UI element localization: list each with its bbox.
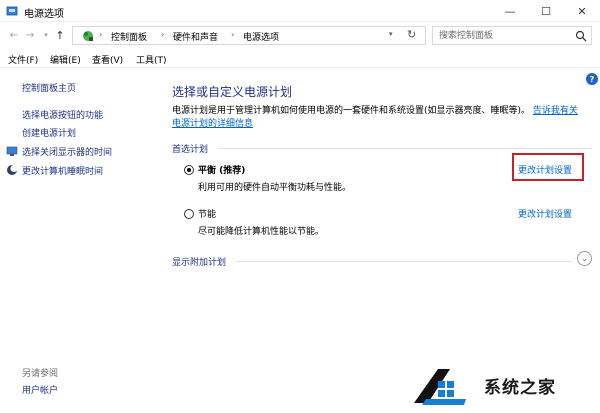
menu-tools[interactable]: 工具(T) [136,53,167,66]
moon-icon [7,164,18,175]
breadcrumb-control-panel[interactable]: 控制面板 [111,30,147,43]
expand-chevron-icon[interactable]: ⌄ [577,251,592,266]
sidebar-item-user-accounts[interactable]: 用户帐户 [22,383,58,396]
highlight-annotation [512,153,584,181]
preferred-plans-heading: 首选计划 [172,145,209,155]
refresh-icon[interactable]: ↻ [407,28,416,41]
power-saver-change-settings-link[interactable]: 更改计划设置 [518,207,572,220]
section-divider [236,261,572,262]
maximize-button[interactable]: ☐ [529,0,563,22]
balanced-plan-radio[interactable] [184,165,194,175]
recent-locations-chevron-icon[interactable]: ▾ [40,28,52,42]
forward-arrow-icon[interactable]: → [24,28,36,42]
address-bar[interactable]: › 控制面板 › 硬件和声音 › 电源选项 ▾ ↻ [72,26,426,45]
site-watermark: 系统之家 [400,355,600,413]
shield-icon [6,146,18,156]
section-divider [218,148,592,149]
power-options-icon [6,6,18,16]
control-panel-icon [83,31,93,41]
search-input[interactable] [439,29,569,42]
power-saver-plan-name[interactable]: 节能 [198,207,216,220]
title-bar: 电源选项 — ☐ ✕ [0,0,600,22]
address-dropdown-icon[interactable]: ▾ [389,30,393,38]
breadcrumb-hardware-sound[interactable]: 硬件和声音 [173,30,218,43]
breadcrumb-separator-icon: › [161,30,165,39]
page-description: 电源计划是用于管理计算机如何使用电源的一套硬件和系统设置(如显示器亮度、睡眠等)… [172,105,587,131]
up-arrow-icon[interactable]: ↑ [54,28,66,42]
address-row: ← → ▾ ↑ › 控制面板 › 硬件和声音 › 电源选项 ▾ ↻ [0,24,600,46]
search-icon[interactable] [575,30,587,42]
balanced-plan-description: 利用可用的硬件自动平衡功耗与性能。 [198,183,352,193]
sidebar-control-panel-home[interactable]: 控制面板主页 [22,81,76,94]
show-additional-plans-heading[interactable]: 显示附加计划 [172,255,226,268]
description-link-line1[interactable]: 告诉我有关 [533,106,578,116]
sidebar: 控制面板主页 选择电源按钮的功能 创建电源计划 选择关闭显示器的时间 更改计算机… [0,69,160,413]
watermark-text: 系统之家 [484,378,556,398]
breadcrumb-separator-icon: › [99,30,103,39]
menu-file[interactable]: 文件(F) [8,53,38,66]
search-box[interactable] [432,26,592,45]
description-text: 电源计划是用于管理计算机如何使用电源的一套硬件和系统设置(如显示器亮度、睡眠等)… [172,106,531,116]
power-saver-plan-description: 尽可能降低计算机性能以节能。 [198,227,325,237]
breadcrumb-power-options[interactable]: 电源选项 [243,30,279,43]
menu-edit[interactable]: 编辑(E) [50,53,81,66]
breadcrumb-separator-icon: › [231,30,235,39]
watermark-logo [414,369,466,405]
menu-bar: 文件(F) 编辑(E) 查看(V) 工具(T) [0,50,600,68]
sidebar-item-display-off[interactable]: 选择关闭显示器的时间 [22,145,112,158]
see-also-heading: 另请参阅 [22,369,59,379]
back-arrow-icon[interactable]: ← [8,28,20,42]
menu-view[interactable]: 查看(V) [92,53,123,66]
power-saver-radio[interactable] [184,209,194,219]
minimize-button[interactable]: — [493,0,527,22]
close-button[interactable]: ✕ [565,0,599,22]
window-title: 电源选项 [24,9,64,20]
sidebar-item-create-plan[interactable]: 创建电源计划 [22,126,76,139]
description-link-line2[interactable]: 电源计划的详细信息 [172,119,253,129]
sidebar-item-power-buttons[interactable]: 选择电源按钮的功能 [22,108,103,121]
help-icon[interactable]: ? [586,73,598,85]
sidebar-item-sleep-time[interactable]: 更改计算机睡眠时间 [22,164,103,177]
page-title: 选择或自定义电源计划 [172,85,293,99]
balanced-plan-name[interactable]: 平衡 (推荐) [198,163,245,176]
